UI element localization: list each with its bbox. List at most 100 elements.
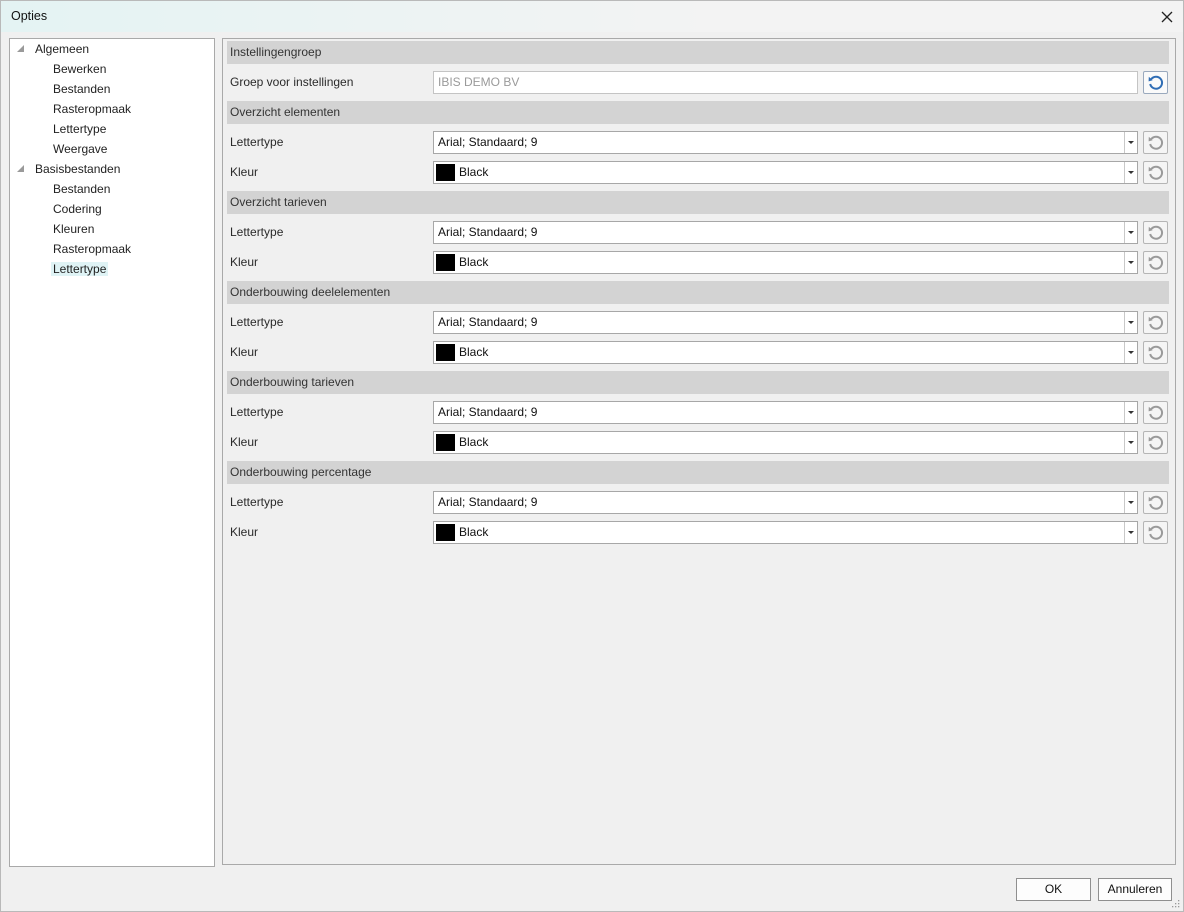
chevron-down-icon [1128,321,1134,324]
tree-item-kleuren[interactable]: Kleuren [51,220,96,238]
dropdown-button[interactable] [1124,162,1137,183]
reset-button[interactable] [1143,251,1168,274]
reset-icon [1148,495,1163,510]
color-label: Kleur [230,345,259,359]
options-dialog: Opties Algemeen Bewerken Bestanden Raste… [0,0,1184,912]
dropdown-button[interactable] [1124,342,1137,363]
color-swatch [436,524,455,541]
reset-button[interactable] [1143,491,1168,514]
color-dropdown[interactable]: Black [433,161,1138,184]
chevron-down-icon [1128,351,1134,354]
chevron-down-icon [1128,231,1134,234]
reset-icon [1148,165,1163,180]
cancel-button[interactable]: Annuleren [1098,878,1172,901]
color-dropdown[interactable]: Black [433,521,1138,544]
reset-icon [1148,225,1163,240]
dropdown-button[interactable] [1124,522,1137,543]
tree-expander-icon[interactable] [17,45,24,52]
tree-item-label: Bestanden [53,182,111,196]
settings-tree: Algemeen Bewerken Bestanden Rasteropmaak… [9,38,215,867]
reset-icon [1148,435,1163,450]
ok-button[interactable]: OK [1016,878,1091,901]
reset-button[interactable] [1143,221,1168,244]
tree-item-label: Lettertype [51,262,109,276]
tree-item-label: Weergave [53,142,108,156]
color-label: Kleur [230,255,259,269]
tree-expander-icon[interactable] [17,165,24,172]
tree-item-label: Bewerken [53,62,107,76]
tree-item-weergave[interactable]: Weergave [51,140,109,158]
color-dropdown[interactable]: Black [433,431,1138,454]
tree-item-label: Kleuren [53,222,95,236]
color-value: Black [459,435,489,449]
reset-button[interactable] [1143,521,1168,544]
tree-item-label: Bestanden [53,82,111,96]
tree-item-lettertype-selected[interactable]: Lettertype [51,260,109,278]
tree-item-rasteropmaak[interactable]: Rasteropmaak [51,100,133,118]
reset-button[interactable] [1143,71,1168,94]
font-dropdown[interactable]: Arial; Standaard; 9 [433,491,1138,514]
reset-icon [1148,405,1163,420]
reset-icon [1148,345,1163,360]
color-dropdown[interactable]: Black [433,341,1138,364]
chevron-down-icon [1128,141,1134,144]
tree-item-lettertype[interactable]: Lettertype [51,120,108,138]
section-header-instellingengroep: Instellingengroep [227,41,1169,64]
resize-grip-icon[interactable] [1171,899,1180,908]
reset-button[interactable] [1143,431,1168,454]
dropdown-button[interactable] [1124,402,1137,423]
dropdown-button[interactable] [1124,432,1137,453]
close-icon [1161,11,1173,22]
font-value: Arial; Standaard; 9 [438,135,538,149]
settings-panel: Instellingengroep Groep voor instellinge… [222,38,1176,865]
reset-button[interactable] [1143,131,1168,154]
color-label: Kleur [230,435,259,449]
font-label: Lettertype [230,135,284,149]
window-title: Opties [11,9,48,23]
tree-item-label: Codering [53,202,102,216]
tree-item-bewerken[interactable]: Bewerken [51,60,108,78]
color-swatch [436,164,455,181]
color-label: Kleur [230,165,259,179]
section-header: Onderbouwing tarieven [227,371,1169,394]
tree-item-codering[interactable]: Codering [51,200,104,218]
section-header: Overzicht tarieven [227,191,1169,214]
section-header: Overzicht elementen [227,101,1169,124]
font-dropdown[interactable]: Arial; Standaard; 9 [433,131,1138,154]
reset-button[interactable] [1143,341,1168,364]
reset-button[interactable] [1143,161,1168,184]
chevron-down-icon [1128,261,1134,264]
color-swatch [436,434,455,451]
dropdown-button[interactable] [1124,312,1137,333]
dropdown-button[interactable] [1124,132,1137,153]
settings-group-label: Groep voor instellingen [230,75,354,89]
color-value: Black [459,525,489,539]
color-swatch [436,254,455,271]
font-dropdown[interactable]: Arial; Standaard; 9 [433,401,1138,424]
tree-group-algemeen[interactable]: Algemeen [17,40,91,58]
tree-item-bestanden[interactable]: Bestanden [51,180,112,198]
font-value: Arial; Standaard; 9 [438,405,538,419]
settings-group-value: IBIS DEMO BV [438,75,520,89]
font-dropdown[interactable]: Arial; Standaard; 9 [433,311,1138,334]
settings-group-field[interactable]: IBIS DEMO BV [433,71,1138,94]
font-dropdown[interactable]: Arial; Standaard; 9 [433,221,1138,244]
reset-icon [1148,135,1163,150]
chevron-down-icon [1128,501,1134,504]
chevron-down-icon [1128,531,1134,534]
color-dropdown[interactable]: Black [433,251,1138,274]
chevron-down-icon [1128,441,1134,444]
dropdown-button[interactable] [1124,252,1137,273]
dropdown-button[interactable] [1124,222,1137,243]
dropdown-button[interactable] [1124,492,1137,513]
font-label: Lettertype [230,495,284,509]
reset-icon [1148,525,1163,540]
reset-button[interactable] [1143,311,1168,334]
tree-item-bestanden[interactable]: Bestanden [51,80,112,98]
reset-button[interactable] [1143,401,1168,424]
close-button[interactable] [1151,1,1183,32]
tree-item-rasteropmaak[interactable]: Rasteropmaak [51,240,133,258]
tree-group-basisbestanden[interactable]: Basisbestanden [17,160,122,178]
chevron-down-icon [1128,171,1134,174]
font-label: Lettertype [230,315,284,329]
